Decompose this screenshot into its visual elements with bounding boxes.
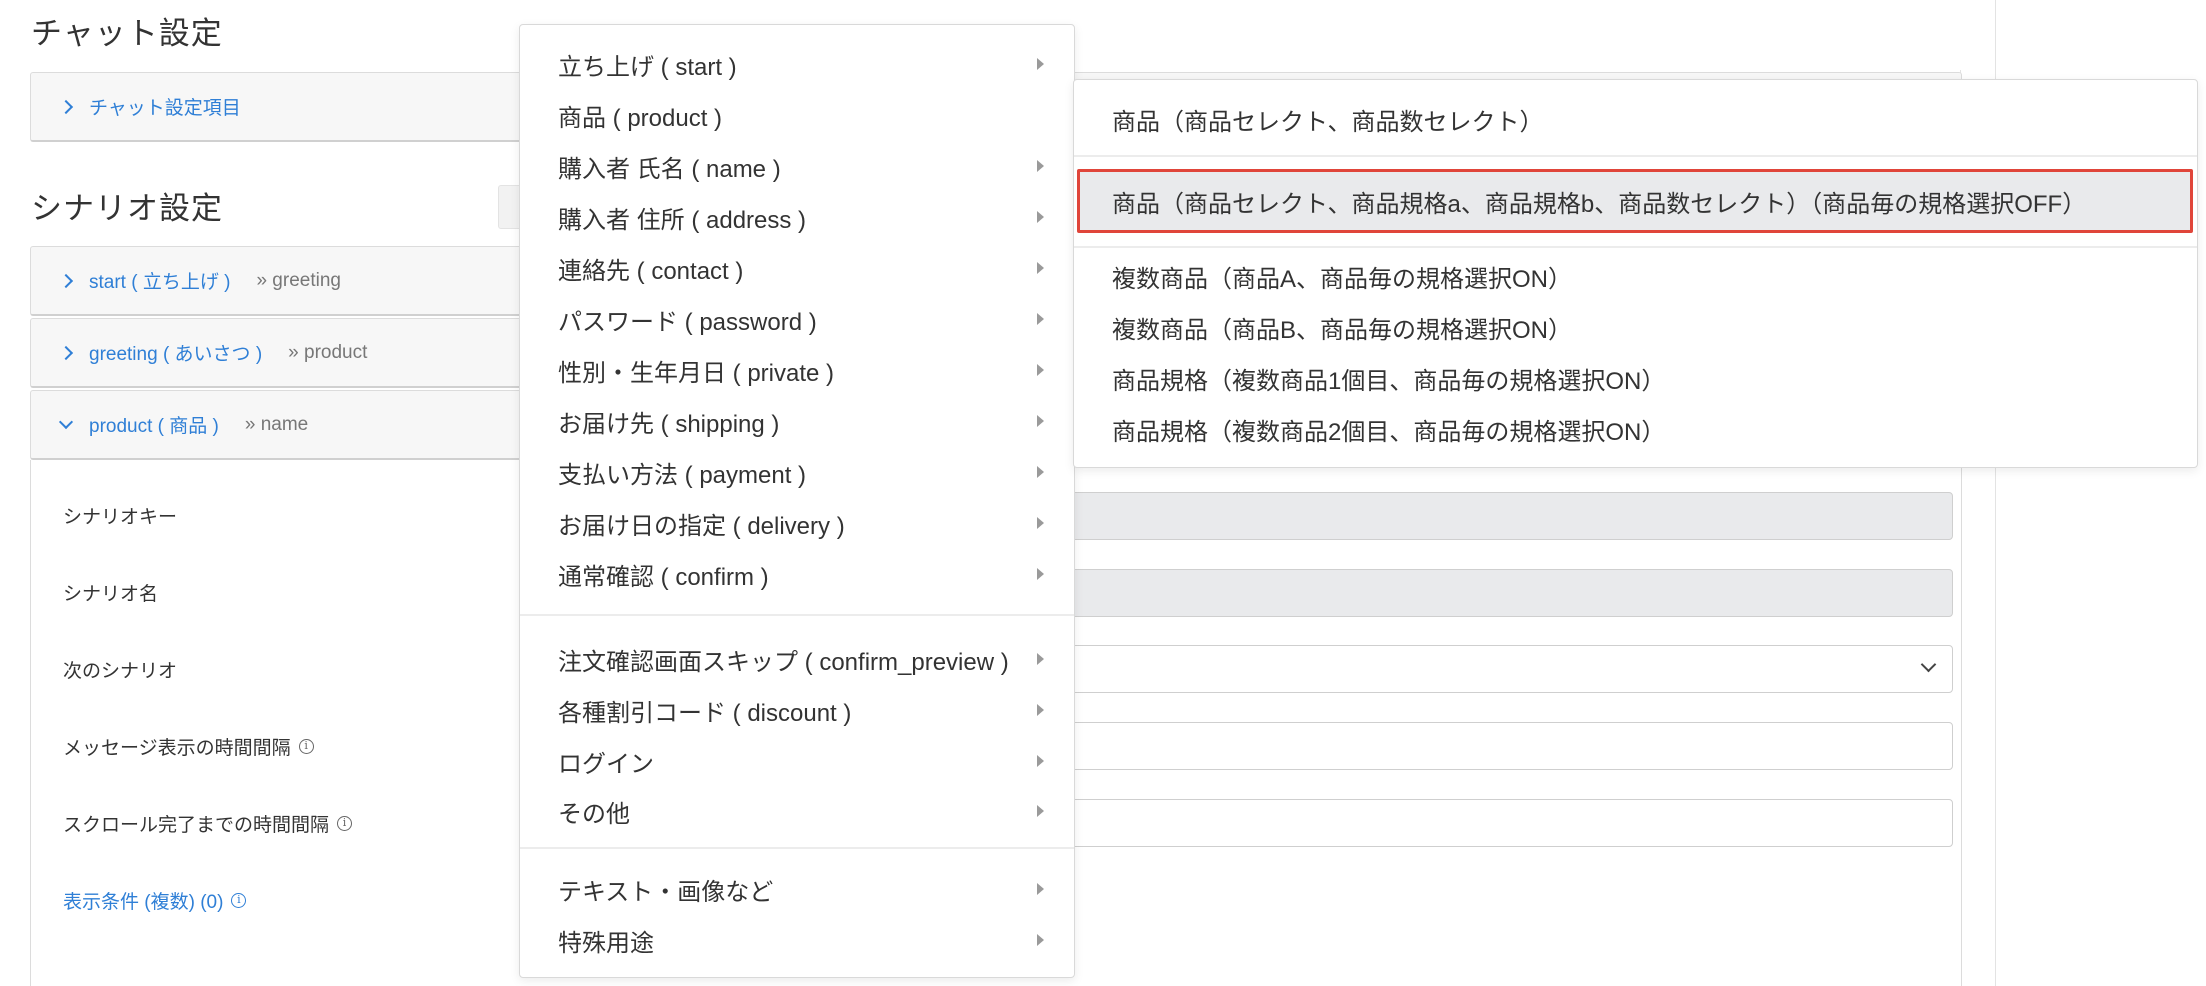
menu-item-name[interactable]: 購入者 氏名 ( name ) (558, 144, 1068, 188)
menu-item-label: 特殊用途 (558, 929, 654, 957)
submenu-arrow-icon (1037, 805, 1044, 817)
menu-item-contact[interactable]: 連絡先 ( contact ) (558, 246, 1068, 290)
menu-item-label: お届け先 ( shipping ) (558, 410, 780, 438)
label-text: 表示条件 (複数) (0) (63, 892, 224, 913)
chevron-right-icon (58, 345, 74, 360)
product-submenu: 商品（商品セレクト、商品数セレクト） 商品（商品セレクト、商品規格a、商品規格b… (1073, 79, 2198, 468)
submenu-arrow-icon (1037, 755, 1044, 767)
submenu-item[interactable]: 商品規格（複数商品2個目、商品毎の規格選択ON） (1112, 407, 1665, 451)
scenario-label: start ( 立ち上げ ) (89, 272, 231, 293)
menu-item-private[interactable]: 性別・生年月日 ( private ) (558, 348, 1068, 392)
submenu-item[interactable]: 商品（商品セレクト、商品数セレクト） (1112, 97, 1544, 141)
submenu-arrow-icon (1037, 313, 1044, 325)
submenu-item[interactable]: 複数商品（商品A、商品毎の規格選択ON） (1112, 254, 1572, 298)
submenu-item-label: 商品規格（複数商品2個目、商品毎の規格選択ON） (1112, 418, 1666, 446)
menu-item-label: 注文確認画面スキップ ( confirm_preview ) (558, 648, 1009, 676)
message-interval-label: メッセージ表示の時間間隔 i (63, 733, 314, 760)
submenu-arrow-icon (1037, 653, 1044, 665)
label-text: シナリオキー (63, 507, 178, 528)
menu-item-label: 立ち上げ ( start ) (558, 53, 737, 81)
scenario-name-label: シナリオ名 (63, 579, 158, 606)
submenu-arrow-icon (1037, 262, 1044, 274)
submenu-arrow-icon (1037, 58, 1044, 70)
menu-item-discount[interactable]: 各種割引コード ( discount ) (558, 688, 1068, 732)
menu-item-label: 支払い方法 ( payment ) (558, 461, 807, 489)
menu-item-start[interactable]: 立ち上げ ( start ) (558, 42, 1068, 86)
menu-item-login[interactable]: ログイン (558, 739, 1068, 783)
menu-item-label: テキスト・画像など (558, 878, 774, 906)
menu-item-address[interactable]: 購入者 住所 ( address ) (558, 195, 1068, 239)
label-text: 次のシナリオ (63, 661, 178, 682)
submenu-arrow-icon (1037, 211, 1044, 223)
label-text: スクロール完了までの時間間隔 (63, 815, 330, 836)
menu-item-special[interactable]: 特殊用途 (558, 918, 1068, 962)
submenu-item-label: 商品規格（複数商品1個目、商品毎の規格選択ON） (1112, 367, 1666, 395)
menu-item-payment[interactable]: 支払い方法 ( payment ) (558, 450, 1068, 494)
next-scenario-label: 次のシナリオ (63, 656, 177, 683)
info-icon[interactable]: i (231, 893, 247, 908)
menu-item-label: 購入者 住所 ( address ) (558, 206, 807, 234)
scenario-label: product ( 商品 ) (89, 416, 219, 437)
submenu-item-label: 商品（商品セレクト、商品規格a、商品規格b、商品数セレクト）（商品毎の規格選択O… (1112, 190, 2087, 218)
chat-settings-item-label: チャット設定項目 (89, 98, 241, 119)
submenu-arrow-icon (1037, 934, 1044, 946)
label-text: メッセージ表示の時間間隔 (63, 738, 291, 759)
info-icon[interactable]: i (298, 739, 314, 754)
menu-item-password[interactable]: パスワード ( password ) (558, 297, 1068, 341)
chevron-down-icon (58, 414, 74, 429)
scenario-settings-title: シナリオ設定 (31, 191, 223, 226)
menu-item-text-image[interactable]: テキスト・画像など (558, 867, 1068, 911)
scenario-label: greeting ( あいさつ ) (89, 344, 263, 365)
menu-item-label: その他 (558, 800, 630, 828)
chevron-down-icon (1920, 656, 1937, 673)
scenario-next: » greeting (256, 269, 341, 291)
submenu-divider (1074, 155, 2197, 157)
submenu-arrow-icon (1037, 517, 1044, 529)
display-conditions-link[interactable]: 表示条件 (複数) (0) i (63, 887, 247, 914)
submenu-arrow-icon (1037, 466, 1044, 478)
submenu-item-label: 複数商品（商品B、商品毎の規格選択ON） (1112, 316, 1573, 344)
menu-item-label: 通常確認 ( confirm ) (558, 563, 769, 591)
submenu-arrow-icon (1037, 160, 1044, 172)
menu-item-label: 連絡先 ( contact ) (558, 257, 744, 285)
submenu-arrow-icon (1037, 415, 1044, 427)
submenu-arrow-icon (1037, 568, 1044, 580)
submenu-arrow-icon (1037, 704, 1044, 716)
menu-item-label: 商品 ( product ) (558, 104, 723, 132)
chevron-right-icon (58, 273, 74, 288)
scenario-next: » product (288, 341, 368, 363)
scroll-interval-label: スクロール完了までの時間間隔 i (63, 810, 353, 837)
chat-settings-title: チャット設定 (31, 16, 223, 51)
menu-item-label: パスワード ( password ) (558, 308, 817, 336)
info-icon[interactable]: i (337, 816, 353, 831)
menu-item-other[interactable]: その他 (558, 789, 1068, 833)
submenu-item[interactable]: 商品規格（複数商品1個目、商品毎の規格選択ON） (1112, 356, 1665, 400)
menu-item-label: 各種割引コード ( discount ) (558, 699, 852, 727)
menu-divider (520, 614, 1074, 616)
submenu-item-label: 商品（商品セレクト、商品数セレクト） (1112, 108, 1544, 136)
submenu-item[interactable]: 複数商品（商品B、商品毎の規格選択ON） (1112, 305, 1572, 349)
menu-item-delivery[interactable]: お届け日の指定 ( delivery ) (558, 501, 1068, 545)
menu-item-product[interactable]: 商品 ( product ) (558, 93, 1068, 137)
submenu-divider (1074, 246, 2197, 248)
label-text: シナリオ名 (63, 584, 159, 605)
submenu-arrow-icon (1037, 364, 1044, 376)
menu-item-confirm[interactable]: 通常確認 ( confirm ) (558, 552, 1068, 596)
submenu-item-highlighted[interactable]: 商品（商品セレクト、商品規格a、商品規格b、商品数セレクト）（商品毎の規格選択O… (1077, 169, 2193, 233)
scenario-next: » name (244, 413, 309, 435)
scenario-key-label: シナリオキー (63, 502, 177, 529)
menu-item-label: お届け日の指定 ( delivery ) (558, 512, 845, 540)
chevron-right-icon (58, 99, 74, 114)
menu-item-confirm-preview[interactable]: 注文確認画面スキップ ( confirm_preview ) (558, 637, 1068, 681)
submenu-item-label: 複数商品（商品A、商品毎の規格選択ON） (1112, 265, 1573, 293)
submenu-arrow-icon (1037, 883, 1044, 895)
menu-item-label: ログイン (558, 750, 654, 778)
menu-item-label: 購入者 氏名 ( name ) (558, 155, 781, 183)
menu-item-label: 性別・生年月日 ( private ) (558, 359, 835, 387)
menu-item-shipping[interactable]: お届け先 ( shipping ) (558, 399, 1068, 443)
menu-divider (520, 847, 1074, 849)
scenario-type-menu: 立ち上げ ( start ) 商品 ( product ) 購入者 氏名 ( n… (519, 24, 1075, 978)
